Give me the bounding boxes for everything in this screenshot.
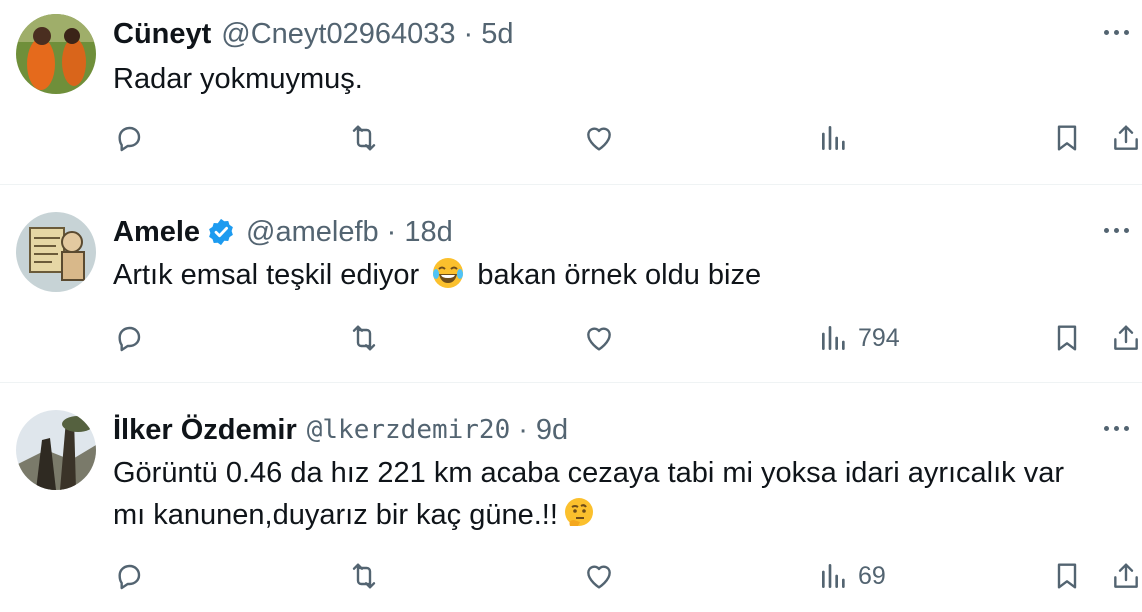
tweet-text-part: bakan örnek oldu bize bbox=[477, 259, 762, 291]
bookmark-icon bbox=[1057, 563, 1077, 589]
avatar[interactable] bbox=[16, 14, 96, 94]
avatar[interactable] bbox=[16, 410, 96, 490]
more-icon[interactable] bbox=[1104, 220, 1138, 240]
views-button[interactable] bbox=[818, 122, 858, 154]
more-icon[interactable] bbox=[1104, 418, 1138, 438]
divider bbox=[0, 382, 1142, 383]
tweet-text-line: mı kanunen,duyarız bir kaç güne.!! bbox=[113, 494, 1123, 536]
like-button[interactable] bbox=[583, 560, 615, 592]
tweet-text-line: Görüntü 0.46 da hız 221 km acaba cezaya … bbox=[113, 457, 1065, 489]
share-button[interactable] bbox=[1110, 560, 1142, 592]
views-icon bbox=[822, 126, 845, 150]
like-button[interactable] bbox=[583, 322, 615, 354]
share-icon bbox=[1114, 325, 1138, 350]
thinking-face-icon bbox=[562, 496, 596, 530]
verified-badge-icon bbox=[206, 217, 236, 247]
share-icon bbox=[1114, 563, 1138, 588]
like-icon bbox=[587, 565, 611, 589]
reply-button[interactable] bbox=[113, 322, 145, 354]
tweet-text-part: mı kanunen,duyarız bir kaç güne.!! bbox=[113, 499, 558, 531]
retweet-icon bbox=[352, 125, 376, 151]
timestamp[interactable]: 18d bbox=[404, 216, 452, 249]
separator-dot: · bbox=[386, 215, 397, 248]
reply-icon bbox=[118, 326, 141, 352]
reply-button[interactable] bbox=[113, 122, 145, 154]
like-icon bbox=[587, 127, 611, 151]
views-icon bbox=[822, 564, 845, 588]
separator-dot: · bbox=[463, 17, 474, 50]
tweet[interactable]: Amele @amelefb · 18d Artık emsal teşkil … bbox=[0, 212, 1142, 382]
display-name[interactable]: Cüneyt bbox=[113, 18, 211, 51]
reply-icon bbox=[118, 564, 141, 590]
retweet-icon bbox=[352, 325, 376, 351]
bookmark-button[interactable] bbox=[1051, 122, 1083, 154]
retweet-button[interactable] bbox=[348, 122, 380, 154]
share-icon bbox=[1114, 125, 1138, 150]
retweet-icon bbox=[352, 563, 376, 589]
views-button[interactable]: 69 bbox=[818, 560, 886, 592]
tweet-text: Görüntü 0.46 da hız 221 km acaba cezaya … bbox=[113, 452, 1123, 536]
tweet-header: İlker Özdemir @lkerzdemir20 · 9d bbox=[113, 412, 568, 448]
views-icon bbox=[822, 326, 845, 350]
views-button[interactable]: 794 bbox=[818, 322, 900, 354]
tweet[interactable]: İlker Özdemir @lkerzdemir20 · 9d Görüntü… bbox=[0, 410, 1142, 612]
view-count: 794 bbox=[858, 323, 900, 352]
bookmark-button[interactable] bbox=[1051, 322, 1083, 354]
view-count: 69 bbox=[858, 561, 886, 590]
tweet-header: Amele @amelefb · 18d bbox=[113, 214, 453, 250]
like-icon bbox=[587, 327, 611, 351]
share-button[interactable] bbox=[1110, 122, 1142, 154]
tweet-text: Artık emsal teşkil ediyor bakan örnek ol… bbox=[113, 254, 1123, 296]
retweet-button[interactable] bbox=[348, 560, 380, 592]
user-handle[interactable]: @lkerzdemir20 bbox=[307, 415, 511, 445]
face-with-tears-of-joy-icon bbox=[431, 256, 465, 290]
display-name[interactable]: Amele bbox=[113, 216, 200, 249]
user-handle[interactable]: @amelefb bbox=[246, 216, 379, 249]
reply-button[interactable] bbox=[113, 560, 145, 592]
tweet-header: Cüneyt @Cneyt02964033 · 5d bbox=[113, 16, 513, 52]
bookmark-button[interactable] bbox=[1051, 560, 1083, 592]
bookmark-icon bbox=[1057, 125, 1077, 151]
retweet-button[interactable] bbox=[348, 322, 380, 354]
share-button[interactable] bbox=[1110, 322, 1142, 354]
more-icon[interactable] bbox=[1104, 22, 1138, 42]
avatar[interactable] bbox=[16, 212, 96, 292]
user-handle[interactable]: @Cneyt02964033 bbox=[221, 18, 455, 51]
reply-icon bbox=[118, 126, 141, 152]
separator-dot: · bbox=[518, 413, 528, 446]
timestamp[interactable]: 9d bbox=[536, 414, 568, 447]
bookmark-icon bbox=[1057, 325, 1077, 351]
like-button[interactable] bbox=[583, 122, 615, 154]
divider bbox=[0, 184, 1142, 185]
timestamp[interactable]: 5d bbox=[481, 18, 513, 51]
display-name[interactable]: İlker Özdemir bbox=[113, 414, 297, 447]
tweet-text-part: Artık emsal teşkil ediyor bbox=[113, 259, 420, 291]
tweet[interactable]: Cüneyt @Cneyt02964033 · 5d Radar yokmuym… bbox=[0, 14, 1142, 184]
tweet-text: Radar yokmuymuş. bbox=[113, 63, 363, 95]
